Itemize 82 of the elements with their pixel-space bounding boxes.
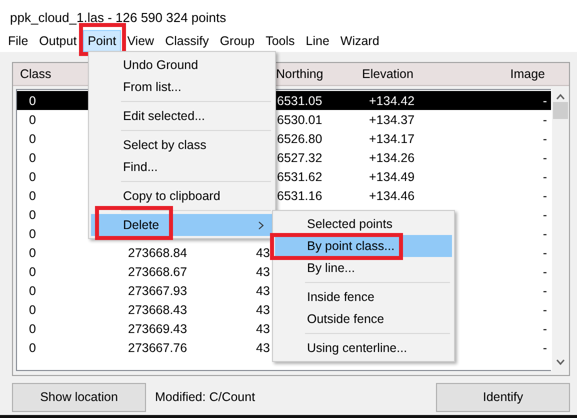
table-cell: 273667.93 (128, 284, 188, 298)
chevron-down-icon[interactable] (556, 359, 565, 365)
status-text: Modified: C/Count (155, 390, 256, 404)
table-cell: 6530.01 (277, 112, 322, 126)
column-header[interactable]: Image (502, 67, 569, 81)
table-cell: - (542, 340, 547, 354)
menu-item[interactable]: Select by class (91, 134, 273, 156)
table-cell: 0 (29, 208, 36, 222)
scroll-thumb[interactable] (553, 102, 568, 119)
menu-bar-item[interactable]: File (3, 30, 34, 52)
menu-bar-item[interactable]: Group (214, 30, 260, 52)
menu-item[interactable]: Inside fence (275, 286, 452, 308)
table-cell: - (542, 302, 547, 316)
table-cell: 0 (29, 188, 36, 202)
table-cell: 43 (256, 302, 270, 316)
table-cell: 43 (256, 284, 270, 298)
menu-item[interactable]: Undo Ground (91, 54, 273, 76)
table-cell: 6526.80 (277, 132, 322, 146)
menu-bar-item[interactable]: Classify (160, 30, 214, 52)
menu-bar-item[interactable]: View (122, 30, 160, 52)
window-title: ppk_cloud_1.las - 126 590 324 points (9, 9, 228, 27)
table-cell: 273669.43 (128, 322, 188, 336)
table-cell: 273668.43 (128, 302, 188, 316)
table-cell: 0 (29, 112, 36, 126)
table-cell: 6531.62 (277, 170, 322, 184)
table-cell: - (542, 284, 547, 298)
table-cell: +134.26 (369, 150, 415, 164)
table-cell: 0 (29, 150, 36, 164)
menu-item[interactable]: Delete (91, 214, 273, 236)
menu-bar-item[interactable]: Line (300, 30, 334, 52)
chevron-right-icon (258, 221, 264, 230)
table-cell: - (542, 132, 547, 146)
menu-item[interactable]: Selected points (275, 213, 452, 235)
table-cell: 0 (29, 246, 36, 260)
table-cell: +134.17 (369, 132, 415, 146)
table-cell: 0 (29, 226, 36, 240)
table-cell: 6531.16 (277, 188, 322, 202)
table-cell: 273668.67 (128, 264, 188, 278)
table-cell: - (542, 246, 547, 260)
table-cell: 0 (29, 132, 36, 146)
scroll-bar[interactable] (551, 89, 569, 371)
table-cell: - (542, 112, 547, 126)
table-cell: 0 (29, 264, 36, 278)
menu-item[interactable]: Outside fence (275, 308, 452, 330)
table-cell: 43 (256, 322, 270, 336)
menu-item[interactable]: Find... (91, 156, 273, 178)
chevron-up-icon[interactable] (556, 94, 565, 100)
table-cell: 43 (256, 264, 270, 278)
table-cell: - (542, 264, 547, 278)
table-cell: 273668.84 (128, 246, 188, 260)
table-cell: 6531.05 (277, 94, 322, 108)
menu-bar-item[interactable]: Wizard (335, 30, 384, 52)
table-cell: 43 (256, 246, 270, 260)
table-cell: 0 (29, 170, 36, 184)
menu-item[interactable]: Using centerline... (275, 337, 452, 359)
menu-bar-item[interactable]: Output (34, 30, 82, 52)
table-cell: 0 (29, 302, 36, 316)
table-cell: - (542, 208, 547, 222)
menu-bar-item[interactable]: Tools (260, 30, 300, 52)
table-cell: +134.37 (369, 112, 415, 126)
table-cell: +134.46 (369, 188, 415, 202)
table-cell: +134.49 (369, 170, 415, 184)
table-cell: - (542, 170, 547, 184)
column-header[interactable]: Elevation (362, 67, 502, 81)
table-cell: 0 (29, 340, 36, 354)
table-cell: - (542, 150, 547, 164)
table-cell: 0 (29, 322, 36, 336)
table-cell: 0 (29, 284, 36, 298)
show-location-button[interactable]: Show location (12, 382, 146, 412)
table-cell: - (542, 94, 547, 108)
table-cell: - (542, 188, 547, 202)
table-cell: 0 (29, 94, 36, 108)
menu-item[interactable]: By line... (275, 257, 452, 279)
table-cell: - (542, 322, 547, 336)
menu-item[interactable]: Copy to clipboard (91, 185, 273, 207)
table-cell: +134.42 (369, 94, 415, 108)
table-cell: - (542, 226, 547, 240)
table-cell: 43 (256, 340, 270, 354)
table-cell: 273667.76 (128, 340, 188, 354)
menu-bar-item[interactable]: Point (82, 30, 122, 52)
table-cell: 6527.32 (277, 150, 322, 164)
identify-button[interactable]: Identify (436, 382, 570, 412)
